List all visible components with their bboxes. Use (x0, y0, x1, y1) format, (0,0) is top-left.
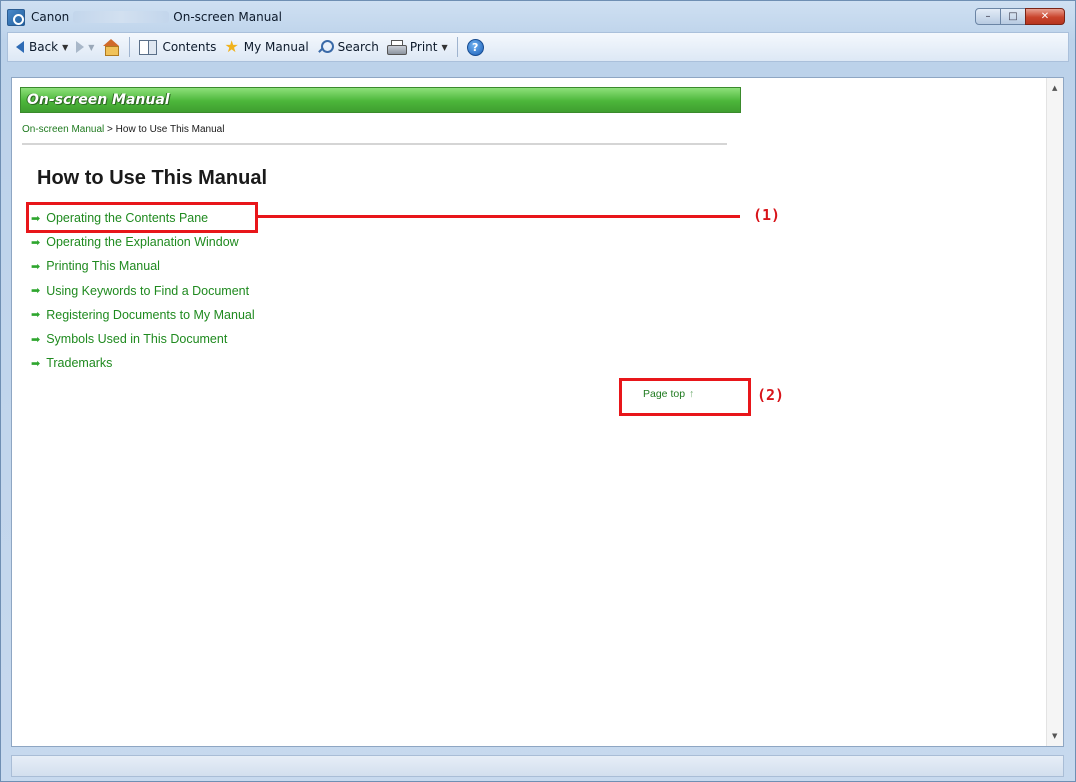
topic-link-symbols[interactable]: ➡ Symbols Used in This Document (31, 327, 255, 351)
search-icon (317, 39, 334, 55)
toolbar: Back ▼ ▼ Contents ★ My Manual Search Pri… (7, 32, 1069, 62)
scroll-down-icon[interactable]: ▼ (1052, 732, 1057, 740)
callout-line-1 (258, 215, 740, 218)
title-bar[interactable]: Canon On-screen Manual – □ ✕ (7, 6, 1069, 28)
print-dropdown-icon[interactable]: ▼ (442, 43, 448, 52)
scroll-up-icon[interactable]: ▲ (1052, 84, 1057, 92)
callout-label-1: (1) (753, 206, 781, 224)
breadcrumb-separator: > (104, 124, 116, 135)
toolbar-separator (456, 37, 458, 57)
topic-link-registering[interactable]: ➡ Registering Documents to My Manual (31, 303, 255, 327)
back-arrow-icon (16, 41, 24, 53)
topic-link-trademarks[interactable]: ➡ Trademarks (31, 351, 255, 375)
link-text[interactable]: Registering Documents to My Manual (46, 308, 254, 322)
status-bar (11, 755, 1064, 777)
back-button[interactable]: Back ▼ (12, 36, 72, 58)
topic-link-explanation-window[interactable]: ➡ Operating the Explanation Window (31, 230, 255, 254)
minimize-button[interactable]: – (975, 8, 1001, 25)
topic-link-keywords[interactable]: ➡ Using Keywords to Find a Document (31, 279, 255, 303)
forward-arrow-icon (76, 41, 85, 53)
topic-link-printing[interactable]: ➡ Printing This Manual (31, 254, 255, 278)
help-button[interactable]: ? (463, 36, 488, 58)
print-label: Print (409, 40, 438, 54)
printer-icon (386, 40, 407, 55)
link-text[interactable]: Printing This Manual (46, 259, 160, 273)
search-label: Search (337, 40, 379, 54)
callout-box-1 (26, 202, 258, 233)
star-icon: ★ (224, 37, 239, 56)
title-brand: Canon (31, 10, 70, 24)
arrow-right-icon: ➡ (31, 236, 41, 249)
maximize-button[interactable]: □ (1000, 8, 1026, 25)
arrow-right-icon: ➡ (31, 357, 41, 370)
blurred-model-name (73, 11, 170, 23)
help-icon: ? (466, 38, 484, 56)
callout-box-2 (619, 378, 751, 416)
home-icon (102, 39, 120, 56)
link-text[interactable]: Symbols Used in This Document (46, 332, 227, 346)
search-button[interactable]: Search (313, 36, 383, 58)
page-title: How to Use This Manual (37, 167, 268, 189)
toolbar-separator (129, 37, 131, 57)
arrow-right-icon: ➡ (31, 260, 41, 273)
link-text[interactable]: Using Keywords to Find a Document (46, 284, 249, 298)
callout-label-2: (2) (757, 386, 785, 404)
arrow-right-icon: ➡ (31, 309, 41, 322)
breadcrumb: On-screen Manual > How to Use This Manua… (22, 124, 224, 135)
back-label: Back (29, 40, 59, 54)
my-manual-label: My Manual (243, 40, 309, 54)
window-controls: – □ ✕ (975, 8, 1065, 25)
home-button[interactable] (98, 36, 124, 58)
back-dropdown-icon[interactable]: ▼ (62, 43, 68, 52)
close-button[interactable]: ✕ (1025, 8, 1065, 25)
application-window: Canon On-screen Manual – □ ✕ Back ▼ ▼ Co… (0, 0, 1076, 782)
print-button[interactable]: Print ▼ (383, 36, 452, 58)
link-text[interactable]: Operating the Explanation Window (46, 235, 238, 249)
vertical-scrollbar[interactable]: ▲ ▼ (1046, 78, 1063, 746)
breadcrumb-root-link[interactable]: On-screen Manual (22, 124, 104, 135)
page-header-title: On-screen Manual (27, 92, 170, 108)
breadcrumb-divider (22, 143, 727, 145)
arrow-right-icon: ➡ (31, 333, 41, 346)
my-manual-button[interactable]: ★ My Manual (220, 36, 312, 58)
content-pane[interactable]: On-screen Manual On-screen Manual > How … (11, 77, 1064, 747)
forward-button[interactable]: ▼ (72, 36, 98, 58)
contents-button[interactable]: Contents (135, 36, 220, 58)
contents-book-icon (139, 39, 158, 55)
link-text[interactable]: Trademarks (46, 356, 112, 370)
window-title: On-screen Manual (173, 10, 282, 24)
arrow-right-icon: ➡ (31, 285, 41, 298)
breadcrumb-current: How to Use This Manual (115, 124, 225, 135)
canon-app-icon (7, 8, 25, 26)
forward-dropdown-icon[interactable]: ▼ (88, 43, 94, 52)
page-header-banner: On-screen Manual (20, 87, 741, 113)
contents-label: Contents (162, 40, 217, 54)
